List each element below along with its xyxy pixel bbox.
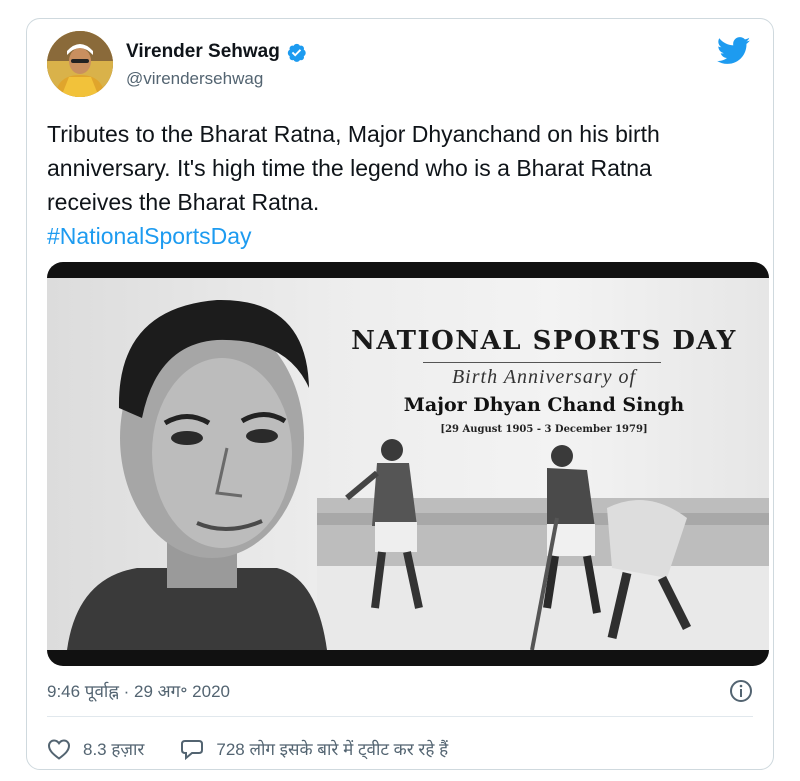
divider [47, 716, 753, 717]
tweet-card: Virender Sehwag @virendersehwag Tributes… [26, 18, 774, 770]
banner-title: NATIONAL SPORTS DAY [351, 326, 737, 356]
like-count: 8.3 हज़ार [83, 740, 145, 759]
speech-bubble-icon [181, 739, 204, 760]
author-name[interactable]: Virender Sehwag [126, 41, 280, 63]
banner-person-name: Major Dhyan Chand Singh [403, 394, 685, 416]
banner-divider [423, 362, 661, 363]
like-button[interactable]: 8.3 हज़ार [47, 737, 144, 760]
verified-badge-icon [286, 42, 307, 63]
banner-subtitle: Birth Anniversary of [451, 366, 637, 388]
reply-count-text: 728 लोग इसके बारे में ट्वीट कर रहे हैं [216, 740, 449, 759]
tweet-text-line: Tributes to the Bharat Ratna, Major Dhya… [47, 121, 660, 147]
tweet-media-image[interactable]: NATIONAL SPORTS DAY Birth Anniversary of… [47, 262, 769, 666]
tweet-text-line: receives the Bharat Ratna. [47, 189, 320, 215]
twitter-bird-icon[interactable] [716, 37, 751, 65]
tweet-text: Tributes to the Bharat Ratna, Major Dhya… [47, 117, 759, 253]
heart-icon [47, 738, 71, 760]
tweet-timestamp[interactable]: 9:46 पूर्वाह्न · 29 अग॰ 2020 [47, 679, 230, 702]
tweet-text-line: anniversary. It's high time the legend w… [47, 155, 652, 181]
author-name-row[interactable]: Virender Sehwag [126, 41, 307, 63]
banner-dates: [29 August 1905 - 3 December 1979] [440, 424, 648, 435]
info-icon[interactable] [729, 679, 753, 703]
hashtag-link[interactable]: #NationalSportsDay [47, 219, 759, 253]
reply-button[interactable]: 728 लोग इसके बारे में ट्वीट कर रहे हैं [180, 737, 448, 760]
tweet-actions: 8.3 हज़ार 728 लोग इसके बारे में ट्वीट कर… [47, 737, 484, 760]
author-handle[interactable]: @virendersehwag [126, 69, 263, 89]
avatar[interactable] [47, 31, 113, 97]
banner-image: NATIONAL SPORTS DAY Birth Anniversary of… [47, 278, 769, 650]
